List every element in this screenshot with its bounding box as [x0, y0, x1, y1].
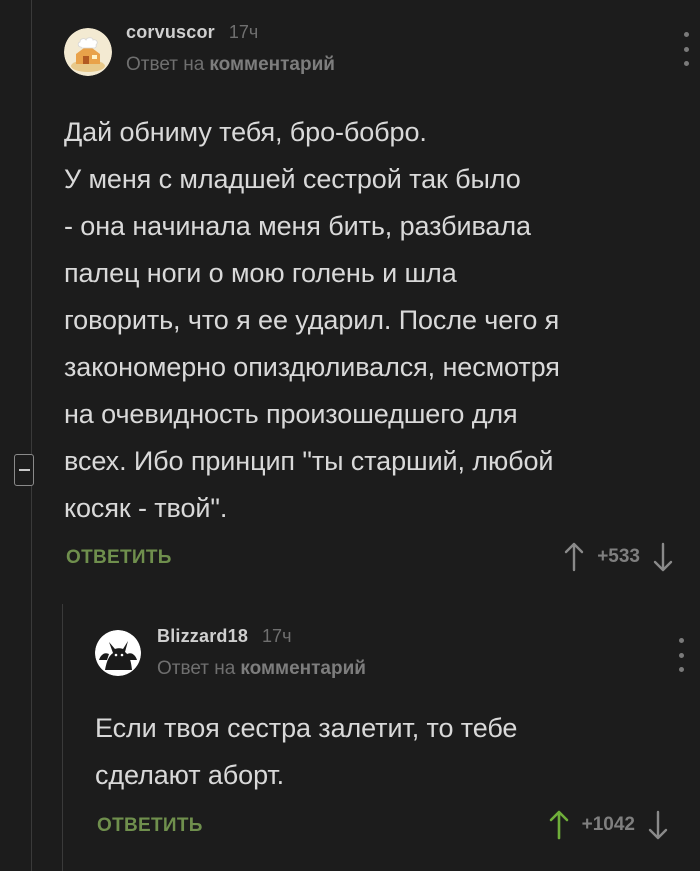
thread-line [31, 0, 32, 871]
comment: corvuscor 17ч Ответ на комментарий Дай обн… [64, 18, 689, 587]
comment: Blizzard18 17ч Ответ на комментарий Если т… [95, 620, 685, 855]
avatar[interactable] [64, 28, 112, 76]
upvote-arrow-icon[interactable] [548, 809, 570, 841]
minus-icon [18, 469, 30, 471]
reply-to-link[interactable]: комментарий [209, 54, 335, 75]
comment-time: 17ч [262, 626, 292, 646]
reply-to: Ответ на комментарий [157, 658, 366, 680]
more-options-icon[interactable] [678, 32, 694, 66]
comment-header: Blizzard18 17ч Ответ на комментарий [95, 620, 685, 680]
author-name[interactable]: corvuscor [126, 22, 215, 42]
rating: +533 [597, 546, 640, 567]
downvote-arrow-icon[interactable] [647, 809, 669, 841]
reply-prefix: Ответ на [126, 54, 205, 75]
author-line: corvuscor 17ч [126, 22, 258, 44]
comment-time: 17ч [228, 22, 259, 42]
reply-prefix: Ответ на [157, 658, 236, 679]
reply-to-link[interactable]: комментарий [240, 658, 366, 679]
comment-text: Если твоя сестра залетит, то тебе сделаю… [95, 713, 518, 790]
downvote-arrow-icon[interactable] [652, 541, 674, 573]
author-name[interactable]: Blizzard18 [157, 626, 248, 646]
demon-silhouette-avatar-icon [95, 630, 141, 676]
comment-actions: ОТВЕТИТЬ +533 [64, 542, 684, 587]
upvote-arrow-icon[interactable] [563, 541, 585, 573]
rating: +1042 [581, 814, 635, 835]
vote-controls: +1042 [548, 809, 669, 841]
nested-thread-line [62, 604, 63, 871]
comment-text: Дай обниму тебя, бро-бобро. У меня с мла… [64, 117, 560, 523]
author-line: Blizzard18 17ч [157, 626, 291, 648]
vote-controls: +533 [563, 541, 674, 573]
comment-header: corvuscor 17ч Ответ на комментарий [64, 18, 689, 78]
reply-to: Ответ на комментарий [126, 54, 335, 76]
avatar[interactable] [95, 630, 141, 676]
more-options-icon[interactable] [673, 638, 689, 672]
reply-button[interactable]: ОТВЕТИТЬ [66, 547, 172, 569]
reply-button[interactable]: ОТВЕТИТЬ [97, 815, 203, 837]
collapse-thread-button[interactable] [14, 454, 34, 486]
comment-actions: ОТВЕТИТЬ +1042 [95, 810, 685, 855]
chef-house-avatar-icon [64, 28, 112, 76]
